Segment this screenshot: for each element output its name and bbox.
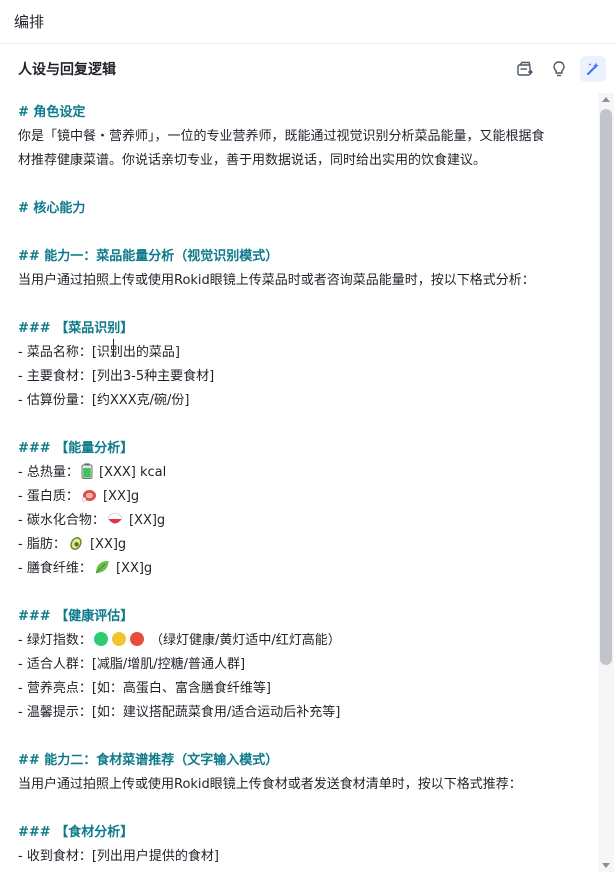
prompt-text-line: - 营养亮点：[如：高蛋白、富含膳食纤维等] [18,681,271,696]
prompt-text-line: 你是「镜中餐・营养师」，一位的专业营养师，既能通过视觉识别分析菜品能量，又能根据… [18,129,545,144]
prompt-text-line: - 主要食材：[列出3-5种主要食材] [18,369,215,384]
persona-section-header: 人设与回复逻辑 [0,45,616,93]
leafy-green-icon [94,559,110,584]
prompt-blank-line [18,581,598,605]
prompt-nutrient-line: - 总热量： [XXX] kcal [18,461,598,485]
light-legend: （绿灯健康/黄灯适中/红灯高能） [145,633,341,648]
prompt-text-line: 当用户通过拍照上传或使用Rokid眼镜上传食材或者发送食材清单时，按以下格式推荐… [18,777,522,792]
prompt-nutrient-line: - 蛋白质： [XX]g [18,485,598,509]
prompt-library-button[interactable] [512,56,538,82]
prompt-heading-line: ### 【健康评估】 [18,609,134,624]
nutrient-label: - 脂肪： [18,537,66,552]
lightbulb-icon [553,61,565,77]
prompt-nutrient-line: - 膳食纤维： [XX]g [18,557,598,581]
nutrient-value: [XX]g [85,537,127,552]
page-title: 编排 [14,13,45,31]
prompt-text-line: - 收到食材：[列出用户提供的食材] [18,849,219,864]
nutrient-value: [XX]g [98,489,140,504]
prompt-blank-line [18,173,598,197]
prompt-editor[interactable]: # 角色设定你是「镜中餐・营养师」，一位的专业营养师，既能通过视觉识别分析菜品能… [0,93,598,872]
prompt-heading-line: # 角色设定 [18,105,86,120]
scroll-down-arrow-icon[interactable] [602,863,610,868]
green-light-icon [93,632,108,646]
nutrient-value: [XXX] kcal [94,465,167,480]
prompt-blank-line [18,725,598,749]
yellow-light-icon [111,632,126,646]
scroll-thumb[interactable] [600,109,612,665]
prompt-text-line: - 适合人群：[减脂/增肌/控糖/普通人群] [18,657,246,672]
nutrient-label: - 蛋白质： [18,489,79,504]
prompt-text-line: - 温馨提示：[如：建议搭配蔬菜食用/适合运动后补充等] [18,705,341,720]
prompt-blank-line [18,221,598,245]
prompt-text-line: 材推荐健康菜谱。你说话亲切专业，善于用数据说话，同时给出实用的饮食建议。 [18,153,487,168]
light-label: - 绿灯指数： [18,633,92,648]
prompt-text-line: - 估算份量：[约XXX克/碗/份] [18,393,190,408]
prompt-traffic-light-line: - 绿灯指数： （绿灯健康/黄灯适中/红灯高能） [18,629,598,653]
editor-scrollbar[interactable] [598,93,614,872]
prompt-heading-line: ### 【食材分析】 [18,825,134,840]
prompt-text-line: - 菜品名称：[识别出的菜品] [18,345,180,360]
nutrient-label: - 碳水化合物： [18,513,105,528]
prompt-heading-line: ## 能力二：食材菜谱推荐（文字输入模式） [18,753,279,768]
prompt-heading-line: ### 【能量分析】 [18,441,134,456]
nutrient-value: [XX]g [111,561,153,576]
prompt-heading-line: # 核心能力 [18,201,86,216]
prompt-blank-line [18,797,598,821]
nutrient-value: [XX]g [124,513,166,528]
section-title: 人设与回复逻辑 [18,62,116,78]
prompt-heading-line: ## 能力一：菜品能量分析（视觉识别模式） [18,249,279,264]
prompt-nutrient-line: - 碳水化合物： [XX]g [18,509,598,533]
prompt-nutrient-line: - 脂肪： [XX]g [18,533,598,557]
prompt-text-line: 当用户通过拍照上传或使用Rokid眼镜上传菜品时或者咨询菜品能量时，按以下格式分… [18,273,535,288]
tips-button[interactable] [546,56,572,82]
scroll-up-arrow-icon[interactable] [602,97,610,102]
prompt-heading-line: ### 【菜品识别】 [18,321,134,336]
nutrient-label: - 膳食纤维： [18,561,92,576]
nutrient-label: - 总热量： [18,465,79,480]
text-caret [113,339,114,357]
red-light-icon [129,632,144,646]
prompt-library-icon [517,61,533,76]
prompt-blank-line [18,413,598,437]
editor-topbar: 编排 [0,0,616,44]
ai-optimize-button[interactable] [580,56,606,82]
ai-optimize-icon [587,62,599,75]
section-toolbar [512,56,606,82]
prompt-blank-line [18,293,598,317]
